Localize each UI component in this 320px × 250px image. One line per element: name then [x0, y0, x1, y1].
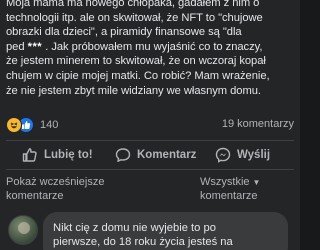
divider — [6, 140, 294, 141]
post-line: że nie jestem zbyt mile widziany we włas… — [6, 84, 261, 97]
send-label: Wyślij — [237, 149, 271, 161]
reactions-summary[interactable]: 140 — [6, 115, 58, 135]
like-button[interactable]: Lubię to! — [22, 142, 93, 168]
post-actions: Lubię to! Komentarz Wyślij — [0, 142, 300, 168]
post-line-prefix: ped — [6, 40, 25, 53]
like-label: Lubię to! — [44, 149, 93, 161]
post-line: technologii itp. ale on skwitował, że NF… — [6, 11, 263, 24]
comment-text: Nikt cię z domu nie wyjebie to po pierws… — [53, 221, 233, 249]
avatar[interactable] — [8, 215, 38, 245]
comment-icon — [115, 148, 131, 162]
post-body: Moja mama ma nowego chłopaka, gadałem z … — [6, 0, 296, 98]
post-line: chujem w cipie mojej matki. Co robić? Ma… — [6, 69, 270, 82]
comment-sort-dropdown[interactable]: Wszystkie ▼ komentarze — [200, 176, 260, 203]
post-line: Moja mama ma nowego chłopaka, gadałem z … — [6, 0, 260, 9]
post-line: obrazki dla dzieci", a piramidy finansow… — [6, 26, 242, 39]
comment-label: Komentarz — [137, 149, 197, 161]
post-line-rest: . Jak próbowałem mu wyjaśnić co to znacz… — [45, 40, 263, 53]
censored-word: *** — [27, 40, 43, 53]
send-button[interactable]: Wyślij — [215, 142, 270, 168]
divider — [6, 169, 294, 170]
post-card: Moja mama ma nowego chłopaka, gadałem z … — [0, 0, 300, 250]
haha-reaction-icon — [6, 117, 22, 133]
post-stats: 140 19 komentarzy — [6, 115, 294, 135]
show-earlier-line: komentarze — [6, 189, 64, 202]
post-line: że jestem minerem to skwitował, że on wc… — [6, 55, 266, 68]
messenger-icon — [215, 147, 231, 163]
sort-label: Wszystkie ▼ — [200, 176, 260, 190]
comment-button[interactable]: Komentarz — [115, 142, 196, 168]
post-line: ped *** . Jak próbowałem mu wyjaśnić co … — [6, 40, 296, 55]
thumbs-up-icon — [22, 148, 37, 162]
sort-line: komentarze — [200, 189, 258, 202]
sort-line: Wszystkie — [200, 176, 250, 188]
comment-line: Nikt cię z domu nie wyjebie to po — [53, 222, 216, 234]
show-earlier-comments-link[interactable]: Pokaż wcześniejsze komentarze — [6, 176, 104, 203]
comment-line: pierwsze, do 18 roku życia jesteś na — [53, 236, 233, 248]
comment-count-link[interactable]: 19 komentarzy — [222, 118, 294, 130]
caret-down-icon: ▼ — [252, 178, 261, 187]
reaction-count: 140 — [40, 119, 59, 131]
show-earlier-line: Pokaż wcześniejsze — [6, 176, 105, 188]
